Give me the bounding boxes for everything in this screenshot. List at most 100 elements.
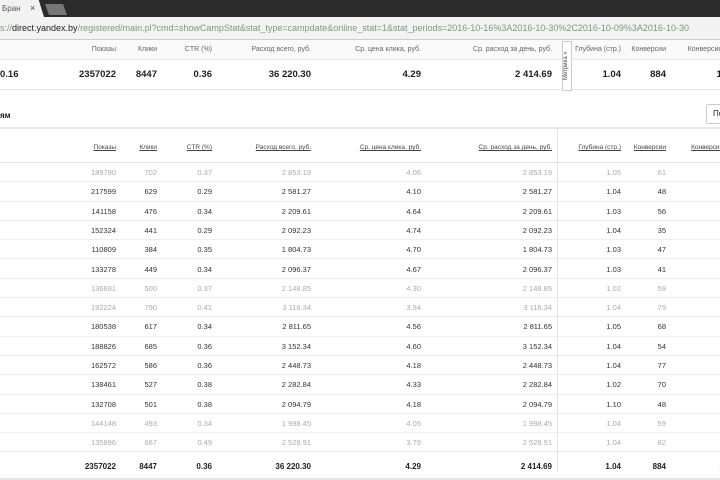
cell: 8.0 xyxy=(665,221,720,240)
cell: 790 xyxy=(144,303,157,313)
cell: 1 998.45 xyxy=(281,418,311,428)
table-row: 180538 617 0.34 2 811.65 4.56 2 811.65 1.05 681… xyxy=(0,317,720,337)
cell: 180538 xyxy=(90,322,116,332)
summary-left-value: 0.16 xyxy=(0,69,19,80)
cell: 2 528.91 xyxy=(522,438,552,448)
cell: 2 448.73 xyxy=(522,361,552,370)
close-tab-icon[interactable]: × xyxy=(30,3,35,13)
cell: 1.02 xyxy=(606,380,621,390)
section-title: ям xyxy=(0,111,11,120)
cell: Конверсии xyxy=(631,46,666,53)
cell: CTR (%) xyxy=(184,46,212,53)
cell: 41 xyxy=(657,264,666,274)
cell: 1.04 xyxy=(606,303,621,313)
table-row: 135896 667 0.49 2 528.91 3.79 2 528.91 1.04 821… xyxy=(0,433,720,453)
cell: 1.03 xyxy=(606,264,621,274)
cell: 1 804.73 xyxy=(522,245,552,255)
cell: 8.0 xyxy=(665,337,720,356)
table-row: 189790 702 0.37 2 853.19 4.06 2 853.19 1.05 618… xyxy=(0,163,720,183)
table-row: 133278 449 0.34 2 096.37 4.67 2 096.37 1.03 419… xyxy=(0,260,720,279)
cell: 527 xyxy=(144,380,157,390)
sort-avg-cpc[interactable]: Ср. цена клика, руб. xyxy=(321,129,421,167)
sort-conversion-rate[interactable]: Конверсия (%) xyxy=(665,129,720,167)
cell: 12.7 xyxy=(665,375,720,394)
cell: 0.36 xyxy=(196,461,212,471)
cell: 1.04 xyxy=(606,341,621,351)
cell: 2 581.27 xyxy=(281,187,311,197)
cell: 0.34 xyxy=(197,206,212,216)
sort-depth[interactable]: Глубина (стр.) xyxy=(557,129,621,167)
cell: 2 209.61 xyxy=(281,206,311,216)
cell: 4.70 xyxy=(406,245,421,255)
cell: 2 094.79 xyxy=(522,399,552,409)
cell: 2 148.85 xyxy=(522,283,552,293)
sort-ctr[interactable]: CTR (%) xyxy=(162,129,212,167)
cell: 2357022 xyxy=(84,461,116,471)
sort-impressions[interactable]: Показы xyxy=(36,129,116,167)
table-row: 217599 629 0.29 2 581.27 4.10 2 581.27 1.04 487… xyxy=(0,182,720,202)
cell: 0.34 xyxy=(197,264,212,274)
cell: 1.04 xyxy=(606,361,621,370)
tab-title: Бран xyxy=(2,4,21,13)
cell: 2 282.84 xyxy=(522,380,552,390)
cell: 4.29 xyxy=(402,69,422,80)
cell: 8447 xyxy=(135,69,157,80)
new-tab-button[interactable] xyxy=(44,4,68,15)
browser-tab[interactable]: Бран × xyxy=(0,0,44,17)
cell: 586 xyxy=(144,361,157,370)
cell: 77 xyxy=(657,361,666,370)
cell: 3 152.34 xyxy=(522,341,552,351)
cell: 12.3 xyxy=(665,356,720,375)
cell: 2 414.69 xyxy=(515,69,552,80)
cell: 2 528.91 xyxy=(281,438,311,448)
cell: 667 xyxy=(144,438,157,448)
cell: 441 xyxy=(144,225,157,235)
cell: 2 148.85 xyxy=(281,283,311,293)
address-bar[interactable]: s://direct.yandex.by/registered/main.pl?… xyxy=(0,17,720,40)
cell: 56 xyxy=(657,206,666,216)
cell: Конверсия (%) xyxy=(687,46,720,53)
cell: 0.37 xyxy=(197,283,212,293)
cell: 59 xyxy=(657,283,666,293)
cell: 2 811.65 xyxy=(282,322,311,332)
cell: 9.0 xyxy=(665,260,720,279)
cell: 217599 xyxy=(90,187,116,197)
metrika-toggle[interactable]: Метрика » xyxy=(562,41,572,91)
cell: 70 xyxy=(657,380,666,390)
cell: 36 220.30 xyxy=(275,461,311,471)
cell: 48 xyxy=(657,187,666,197)
sort-clicks[interactable]: Клики xyxy=(117,129,157,167)
cell: 1.03 xyxy=(606,245,621,255)
cell: 48 xyxy=(657,399,666,409)
cell: 4.56 xyxy=(406,322,421,332)
cell: 2 414.69 xyxy=(520,461,552,471)
sort-avg-daily-spend[interactable]: Ср. расход за день, руб. xyxy=(432,129,552,167)
cell: 685 xyxy=(144,341,157,351)
cell: 1 804.73 xyxy=(281,245,311,255)
cell: 35 xyxy=(657,225,666,235)
cell: 1.04 xyxy=(606,225,621,235)
cell: 0.41 xyxy=(197,303,212,313)
section-button[interactable]: По xyxy=(706,104,720,124)
cell: 0.34 xyxy=(197,418,212,428)
cell: 59 xyxy=(657,418,666,428)
cell: 0.35 xyxy=(197,245,212,255)
cell: 1.04 xyxy=(606,418,621,428)
cell: 11.9 xyxy=(665,433,720,452)
cell: 884 xyxy=(652,461,666,471)
table-row: 162572 586 0.36 2 448.73 4.18 2 448.73 1.04 771… xyxy=(0,356,720,376)
cell: 68 xyxy=(657,322,666,332)
cell: 0.38 xyxy=(197,380,212,390)
cell: 135896 xyxy=(90,438,116,448)
sort-spend[interactable]: Расход всего, руб. xyxy=(221,129,311,167)
cell: 10.5 xyxy=(665,317,720,336)
cell: 79 xyxy=(657,303,666,313)
cell: 3 152.34 xyxy=(281,341,311,351)
cell: 2357022 xyxy=(79,69,116,80)
sort-conversions[interactable]: Конверсии xyxy=(621,129,666,167)
url-path: /registered/main.pl?cmd=showCampStat&sta… xyxy=(77,23,689,33)
cell: 4.30 xyxy=(406,283,421,293)
cell: 8.5 xyxy=(665,163,720,182)
cell: 4.29 xyxy=(405,461,421,471)
cell: 7.5 xyxy=(665,182,720,201)
